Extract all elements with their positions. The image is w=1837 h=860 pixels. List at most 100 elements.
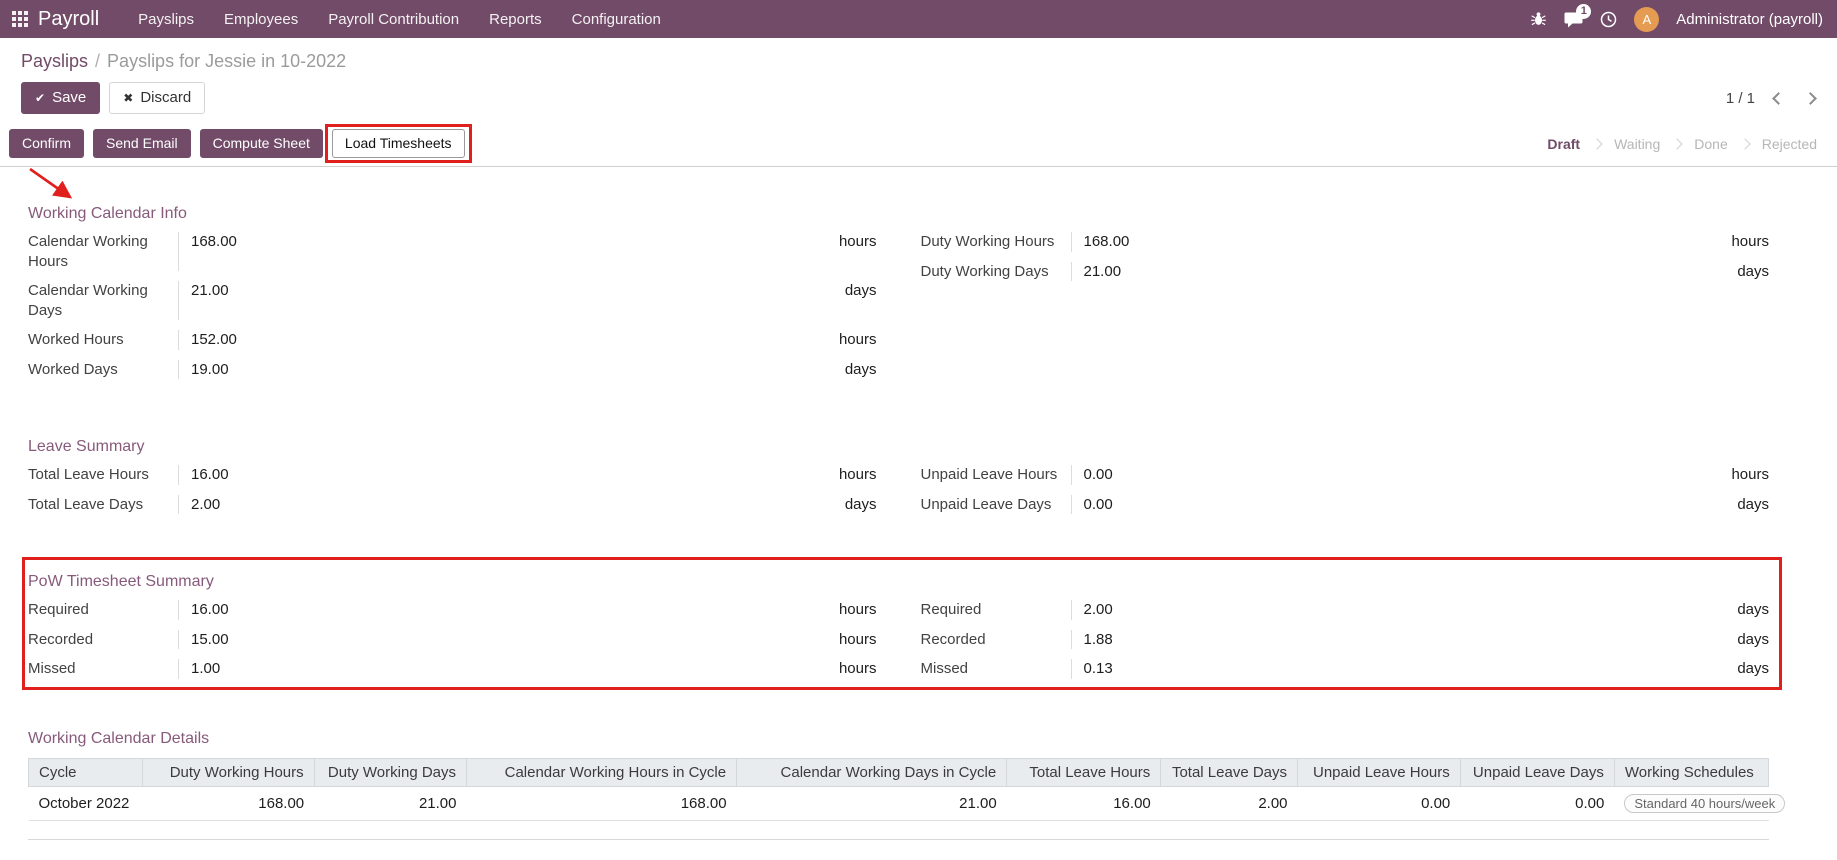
field-duty-working-hours: Duty Working Hours 168.00 hours xyxy=(920,227,1769,257)
status-waiting[interactable]: Waiting xyxy=(1614,136,1660,152)
field-label: Duty Working Hours xyxy=(920,233,1055,250)
field-value[interactable]: 0.13 xyxy=(1070,659,1738,679)
table-row-october-2022[interactable]: October 2022 168.00 21.00 168.00 21.00 1… xyxy=(28,786,1786,821)
field-recorded-days: Recorded 1.88 days xyxy=(920,625,1769,655)
top-nav: Payroll Payslips Employees Payroll Contr… xyxy=(0,0,1837,38)
field-value[interactable]: 15.00 xyxy=(178,629,839,649)
field-value[interactable]: 168.00 xyxy=(178,232,839,271)
field-value[interactable]: 168.00 xyxy=(1070,232,1732,252)
avatar[interactable]: A xyxy=(1634,6,1660,32)
compute-sheet-button[interactable]: Compute Sheet xyxy=(199,129,323,158)
divider xyxy=(28,838,1769,840)
field-unit: days xyxy=(1737,630,1769,648)
field-unit: hours xyxy=(1731,233,1769,250)
field-total-leave-days: Total Leave Days 2.00 days xyxy=(28,490,877,520)
section-pow-timesheet-summary: PoW Timesheet Summary Required 16.00 hou… xyxy=(22,557,1782,689)
status-pipeline: Draft Waiting Done Rejected xyxy=(1547,136,1821,152)
col-header-total-leave-days[interactable]: Total Leave Days xyxy=(1160,757,1299,787)
field-value[interactable]: 0.00 xyxy=(1070,465,1732,485)
record-pager: 1 / 1 xyxy=(1726,90,1821,107)
field-missed-days: Missed 0.13 days xyxy=(920,654,1769,684)
discard-button[interactable]: ✖ Discard xyxy=(109,82,206,114)
messages-icon[interactable]: 1 xyxy=(1564,3,1592,28)
table-header-row: Cycle Duty Working Hours Duty Working Da… xyxy=(27,757,1770,787)
field-value[interactable]: 21.00 xyxy=(178,281,845,320)
nav-item-payslips[interactable]: Payslips xyxy=(123,11,209,28)
field-unpaid-leave-hours: Unpaid Leave Hours 0.00 hours xyxy=(920,460,1769,490)
field-label: Missed xyxy=(920,660,969,677)
field-total-leave-hours: Total Leave Hours 16.00 hours xyxy=(28,460,877,490)
field-unit: days xyxy=(1737,495,1769,513)
confirm-button[interactable]: Confirm xyxy=(9,129,85,158)
check-icon: ✔ xyxy=(35,91,46,105)
apps-menu-icon[interactable] xyxy=(12,11,28,27)
field-value[interactable]: 2.00 xyxy=(178,494,845,514)
load-timesheets-button[interactable]: Load Timesheets xyxy=(331,129,465,158)
nav-item-reports[interactable]: Reports xyxy=(474,11,557,28)
field-label: Unpaid Leave Hours xyxy=(920,466,1058,483)
field-label: Total Leave Hours xyxy=(28,466,149,483)
col-header-unpaid-leave-days[interactable]: Unpaid Leave Days xyxy=(1459,757,1615,787)
col-header-cycle[interactable]: Cycle xyxy=(27,757,144,787)
field-unit: days xyxy=(844,495,877,513)
field-label: Missed xyxy=(28,660,76,677)
status-draft[interactable]: Draft xyxy=(1547,136,1580,152)
field-value[interactable]: 16.00 xyxy=(178,600,839,620)
field-missed-hours: Missed 1.00 hours xyxy=(28,654,877,684)
field-unit: hours xyxy=(838,331,877,348)
field-label: Required xyxy=(920,601,982,618)
nav-item-employees[interactable]: Employees xyxy=(209,11,313,28)
field-value[interactable]: 1.88 xyxy=(1070,629,1738,649)
field-calendar-working-days: Calendar Working Days 21.00 days xyxy=(28,276,877,325)
user-menu[interactable]: Administrator (payroll) xyxy=(1676,11,1823,28)
save-button[interactable]: ✔ Save xyxy=(21,82,101,114)
col-header-working-schedules[interactable]: Working Schedules xyxy=(1613,757,1770,787)
field-label: Recorded xyxy=(920,630,986,648)
field-label: Calendar Working Hours xyxy=(28,233,148,270)
field-value[interactable]: 0.00 xyxy=(1070,494,1738,514)
activities-clock-icon[interactable] xyxy=(1600,11,1617,28)
field-unit: hours xyxy=(838,466,877,483)
pager-prev-button[interactable] xyxy=(1770,90,1787,107)
field-unit: hours xyxy=(838,233,877,250)
breadcrumb-separator: / xyxy=(95,51,101,71)
field-value[interactable]: 16.00 xyxy=(178,465,839,485)
field-value[interactable]: 1.00 xyxy=(178,659,839,679)
field-calendar-working-hours: Calendar Working Hours 168.00 hours xyxy=(28,227,877,276)
col-header-total-leave-hours[interactable]: Total Leave Hours xyxy=(1006,757,1162,787)
cell-duty-working-hours: 168.00 xyxy=(142,786,315,821)
x-icon: ✖ xyxy=(123,91,134,105)
section-title-working-calendar-info: Working Calendar Info xyxy=(28,205,187,222)
field-value[interactable]: 21.00 xyxy=(1070,261,1738,281)
col-header-unpaid-leave-hours[interactable]: Unpaid Leave Hours xyxy=(1297,757,1461,787)
status-rejected[interactable]: Rejected xyxy=(1762,136,1817,152)
field-value[interactable]: 152.00 xyxy=(178,330,839,350)
pager-count: 1 / 1 xyxy=(1725,89,1755,107)
col-header-duty-working-days[interactable]: Duty Working Days xyxy=(313,757,468,787)
field-unpaid-leave-days: Unpaid Leave Days 0.00 days xyxy=(921,490,1769,520)
statusbar: Confirm Send Email Compute Sheet Load Ti… xyxy=(0,124,1837,167)
field-unit: hours xyxy=(1731,466,1769,483)
field-unit: hours xyxy=(838,660,877,677)
col-header-calendar-working-days-in-cycle[interactable]: Calendar Working Days in Cycle xyxy=(736,757,1008,787)
status-done[interactable]: Done xyxy=(1694,136,1727,152)
chevron-right-icon xyxy=(1671,137,1683,150)
pager-next-button[interactable] xyxy=(1802,90,1819,107)
field-unit: days xyxy=(1737,262,1769,280)
breadcrumb-current: Payslips for Jessie in 10-2022 xyxy=(107,51,347,71)
field-label: Duty Working Days xyxy=(920,262,1049,280)
working-schedule-badge[interactable]: Standard 40 hours/week xyxy=(1624,793,1786,813)
cell-unpaid-leave-days: 0.00 xyxy=(1460,786,1615,821)
working-calendar-details-table: Cycle Duty Working Hours Duty Working Da… xyxy=(27,757,1786,821)
send-email-button[interactable]: Send Email xyxy=(93,129,191,158)
nav-item-payroll-contribution[interactable]: Payroll Contribution xyxy=(313,11,474,28)
field-value[interactable]: 19.00 xyxy=(178,359,845,379)
nav-item-configuration[interactable]: Configuration xyxy=(557,11,676,28)
discard-button-label: Discard xyxy=(140,89,192,106)
breadcrumb-parent-link[interactable]: Payslips xyxy=(21,51,88,71)
col-header-duty-working-hours[interactable]: Duty Working Hours xyxy=(142,757,315,787)
field-value[interactable]: 2.00 xyxy=(1070,600,1738,620)
app-brand[interactable]: Payroll xyxy=(38,8,99,31)
debug-icon[interactable] xyxy=(1530,11,1547,28)
col-header-calendar-working-hours-in-cycle[interactable]: Calendar Working Hours in Cycle xyxy=(465,757,738,787)
